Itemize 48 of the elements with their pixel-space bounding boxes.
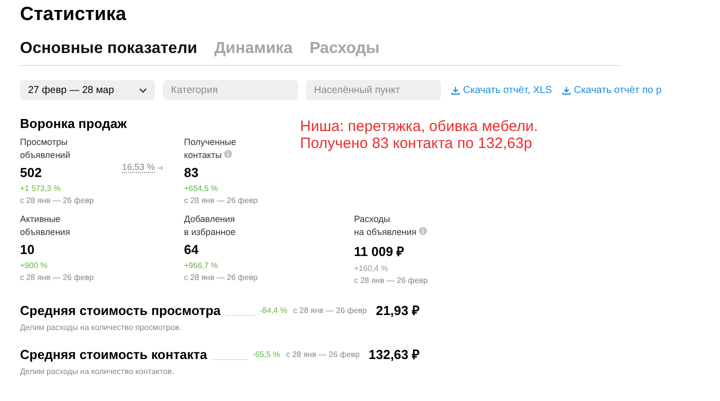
metric-change: +966,7 %: [184, 261, 220, 270]
cost-title: Средняя стоимость просмотра: [20, 302, 221, 318]
section-title: Воронка продаж: [20, 116, 127, 131]
cost-change: -84,4 %: [260, 306, 288, 314]
page-title: Статистика: [20, 3, 128, 27]
metric-value: 11 009 ₽: [354, 243, 405, 260]
tab[interactable]: Динамика: [214, 40, 293, 58]
metric-period: с 28 янв — 26 февр: [184, 196, 259, 205]
metric-period: с 28 янв — 26 февр: [184, 273, 259, 282]
tab[interactable]: Расходы: [310, 40, 380, 58]
cost-value: 21,93 ₽: [376, 302, 420, 319]
metric-period: с 28 янв — 26 февр: [20, 273, 95, 282]
metric-change: +654,5 %: [184, 184, 220, 193]
locality-field[interactable]: Населённый пункт: [306, 80, 441, 100]
conversion-rate: 16,53 %: [122, 162, 156, 173]
cost-description: Делим расходы на количество контактов.: [20, 367, 175, 376]
metric-value: 83: [184, 165, 198, 180]
category-field[interactable]: Категория: [163, 80, 298, 100]
metric-label: Расходы на объявления: [354, 213, 428, 239]
chevron-icon: [139, 88, 147, 92]
date-range-dropdown[interactable]: 27 февр — 28 мар: [20, 80, 155, 100]
info-icon: [419, 227, 428, 235]
cost-title: Средняя стоимость контакта: [20, 346, 208, 362]
metric-change: +900 %: [20, 261, 48, 270]
metric-label: Полученные контакты: [184, 136, 236, 162]
info-icon: [224, 150, 232, 158]
metric-label: Добавления в избранное: [184, 213, 236, 239]
metric-value: 64: [184, 242, 198, 257]
download-link[interactable]: Скачать отчёт, XLS: [451, 84, 552, 96]
metric-period: с 28 янв — 26 февр: [354, 276, 429, 285]
cost-period: с 28 янв — 26 февр: [293, 306, 367, 314]
download-icon: [562, 86, 571, 94]
download-icon: [451, 86, 460, 94]
tab[interactable]: Основные показатели: [20, 40, 198, 58]
download-link[interactable]: Скачать отчёт по р: [562, 84, 662, 96]
cost-value: 132,63 ₽: [368, 346, 420, 363]
metric-period: с 28 янв — 26 февр: [20, 196, 95, 205]
metric-value: 502: [20, 165, 42, 180]
metric-label: Активные объявления: [20, 213, 70, 239]
metric-change: +160,4 %: [354, 264, 390, 273]
cost-description: Делим расходы на количество просмотров.: [20, 323, 182, 332]
annotation-text: Ниша: перетяжка, обивка мебели. Получено 83 контакта по 132,63р: [300, 118, 538, 152]
cost-period: с 28 янв — 26 февр: [286, 350, 360, 358]
cost-change: -65,5 %: [252, 350, 280, 358]
metric-change: +1 573,3 %: [20, 184, 62, 193]
arrow-icon: [157, 164, 164, 170]
metric-value: 10: [20, 242, 34, 257]
metric-label: Просмотры объявлений: [20, 136, 70, 162]
